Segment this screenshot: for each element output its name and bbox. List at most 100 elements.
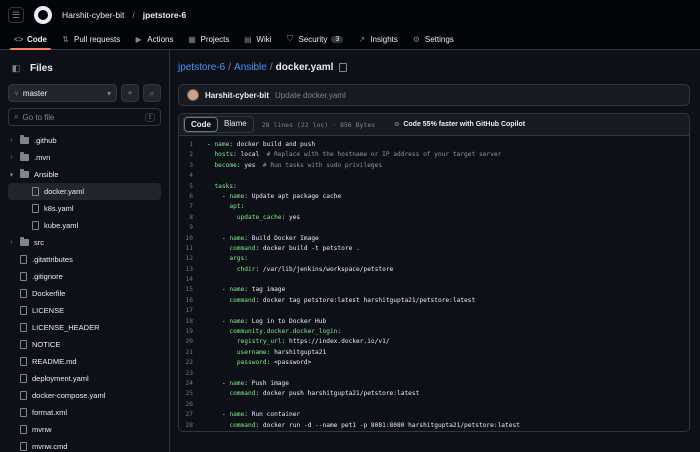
add-file-button[interactable]: + xyxy=(121,84,139,102)
line-number[interactable]: 3 xyxy=(179,161,207,171)
chevron-right-icon[interactable]: › xyxy=(8,154,15,161)
chevron-right-icon[interactable]: › xyxy=(8,137,15,144)
code-text: tasks: xyxy=(207,182,236,192)
copy-path-icon[interactable] xyxy=(339,62,348,72)
line-number[interactable]: 14 xyxy=(179,275,207,285)
code-line: 27 - name: Run container xyxy=(179,410,689,420)
line-number[interactable]: 27 xyxy=(179,410,207,420)
tree-file[interactable]: .gitignore xyxy=(8,268,161,285)
line-number[interactable]: 23 xyxy=(179,369,207,379)
chevron-right-icon[interactable]: › xyxy=(8,239,15,246)
tab-projects[interactable]: ▦ Projects xyxy=(181,35,235,49)
line-number[interactable]: 5 xyxy=(179,182,207,192)
tree-file[interactable]: NOTICE xyxy=(8,336,161,353)
tree-file[interactable]: kube.yaml xyxy=(8,217,161,234)
code-text: command: docker run -d --name pet1 -p 80… xyxy=(207,421,520,431)
code-token: : harshitgupta21 xyxy=(266,348,327,356)
code-token: : Push image xyxy=(244,379,289,387)
tree-file[interactable]: docker-compose.yaml xyxy=(8,387,161,404)
code-line: 12 args: xyxy=(179,254,689,264)
avatar[interactable] xyxy=(187,89,199,101)
line-number[interactable]: 12 xyxy=(179,254,207,264)
line-number[interactable]: 1 xyxy=(179,140,207,150)
line-number[interactable]: 7 xyxy=(179,202,207,212)
tree-file[interactable]: Dockerfile xyxy=(8,285,161,302)
line-number[interactable]: 11 xyxy=(179,244,207,254)
file-path-breadcrumb: jpetstore-6 / Ansible / docker.yaml xyxy=(178,60,690,74)
menu-icon[interactable]: ☰ xyxy=(8,7,24,23)
code-token: # Replace with the hostname or IP addres… xyxy=(266,151,502,159)
line-number[interactable]: 22 xyxy=(179,358,207,368)
line-number[interactable]: 15 xyxy=(179,285,207,295)
tree-file[interactable]: mvnw xyxy=(8,421,161,438)
line-number[interactable]: 19 xyxy=(179,327,207,337)
table-icon: ▦ xyxy=(188,35,196,44)
line-number[interactable]: 4 xyxy=(179,171,207,181)
repo-nav: <> Code ⇅ Pull requests ▶ Actions ▦ Projects ▤ Wi… xyxy=(0,30,700,50)
tree-folder[interactable]: ▾ Ansible xyxy=(8,166,161,183)
code-icon: <> xyxy=(14,35,24,44)
line-number[interactable]: 2 xyxy=(179,150,207,160)
line-number[interactable]: 10 xyxy=(179,234,207,244)
breadcrumb-owner[interactable]: Harshit-cyber-bit xyxy=(62,10,124,20)
breadcrumb-repo[interactable]: jpetstore-6 xyxy=(143,10,186,20)
code-line: 14 xyxy=(179,275,689,285)
code-text: - name: Build Docker Image xyxy=(207,234,319,244)
tree-file[interactable]: deployment.yaml xyxy=(8,370,161,387)
search-icon[interactable]: ⌕ xyxy=(143,84,161,102)
line-number[interactable]: 8 xyxy=(179,213,207,223)
copilot-link[interactable]: ☺ Code 55% faster with GitHub Copilot xyxy=(393,121,525,128)
code-line: 5 tasks: xyxy=(179,182,689,192)
github-logo-icon[interactable] xyxy=(34,6,52,24)
tree-item-label: .mvn xyxy=(34,153,51,162)
tree-file[interactable]: LICENSE_HEADER xyxy=(8,319,161,336)
line-number[interactable]: 20 xyxy=(179,337,207,347)
code-text: password: <password> xyxy=(207,358,312,368)
code-line: 10 - name: Build Docker Image xyxy=(179,234,689,244)
tree-folder[interactable]: › .github xyxy=(8,132,161,149)
line-number[interactable]: 21 xyxy=(179,348,207,358)
commit-author[interactable]: Harshit-cyber-bit xyxy=(205,91,269,100)
chevron-down-icon[interactable]: ▾ xyxy=(8,171,15,179)
tree-folder[interactable]: › src xyxy=(8,234,161,251)
path-separator: / xyxy=(269,61,273,73)
tab-actions[interactable]: ▶ Actions xyxy=(128,35,179,49)
tab-security[interactable]: ⛉ Security 3 xyxy=(280,34,350,49)
tab-settings[interactable]: ⚙ Settings xyxy=(406,35,460,49)
tab-pull-requests[interactable]: ⇅ Pull requests xyxy=(55,35,126,49)
path-repo-link[interactable]: jpetstore-6 xyxy=(178,62,225,73)
tree-file[interactable]: .gitattributes xyxy=(8,251,161,268)
tree-file[interactable]: docker.yaml xyxy=(8,183,161,200)
line-number[interactable]: 16 xyxy=(179,296,207,306)
line-number[interactable]: 26 xyxy=(179,400,207,410)
line-number[interactable]: 6 xyxy=(179,192,207,202)
line-number[interactable]: 28 xyxy=(179,421,207,431)
tab-wiki[interactable]: ▤ Wiki xyxy=(237,35,277,49)
tree-file[interactable]: README.md xyxy=(8,353,161,370)
branch-selector[interactable]: ⑂ master ▾ xyxy=(8,84,117,102)
tab-label: Insights xyxy=(370,35,398,44)
line-number[interactable]: 25 xyxy=(179,389,207,399)
go-to-file-input[interactable]: ⌕ Go to file t xyxy=(8,108,161,126)
tree-file[interactable]: k8s.yaml xyxy=(8,200,161,217)
line-number[interactable]: 24 xyxy=(179,379,207,389)
code-token: password xyxy=(236,359,267,367)
line-number[interactable]: 18 xyxy=(179,317,207,327)
tree-file[interactable]: mvnw.cmd xyxy=(8,438,161,452)
line-number[interactable]: 9 xyxy=(179,223,207,233)
tree-folder[interactable]: › .mvn xyxy=(8,149,161,166)
code-view-button[interactable]: Code xyxy=(184,117,218,132)
tab-code[interactable]: <> Code xyxy=(8,35,53,50)
line-number[interactable]: 17 xyxy=(179,306,207,316)
commit-message[interactable]: Update docker.yaml xyxy=(275,91,346,100)
file-icon xyxy=(20,272,27,281)
tree-file[interactable]: LICENSE xyxy=(8,302,161,319)
sidebar-collapse-icon[interactable]: ◧ xyxy=(8,60,24,76)
tab-insights[interactable]: ↗ Insights xyxy=(351,35,404,49)
blame-view-button[interactable]: Blame xyxy=(218,117,253,132)
code-token: command xyxy=(229,244,256,252)
path-folder-link[interactable]: Ansible xyxy=(234,62,267,73)
tree-file[interactable]: format.xml xyxy=(8,404,161,421)
line-number[interactable]: 13 xyxy=(179,265,207,275)
